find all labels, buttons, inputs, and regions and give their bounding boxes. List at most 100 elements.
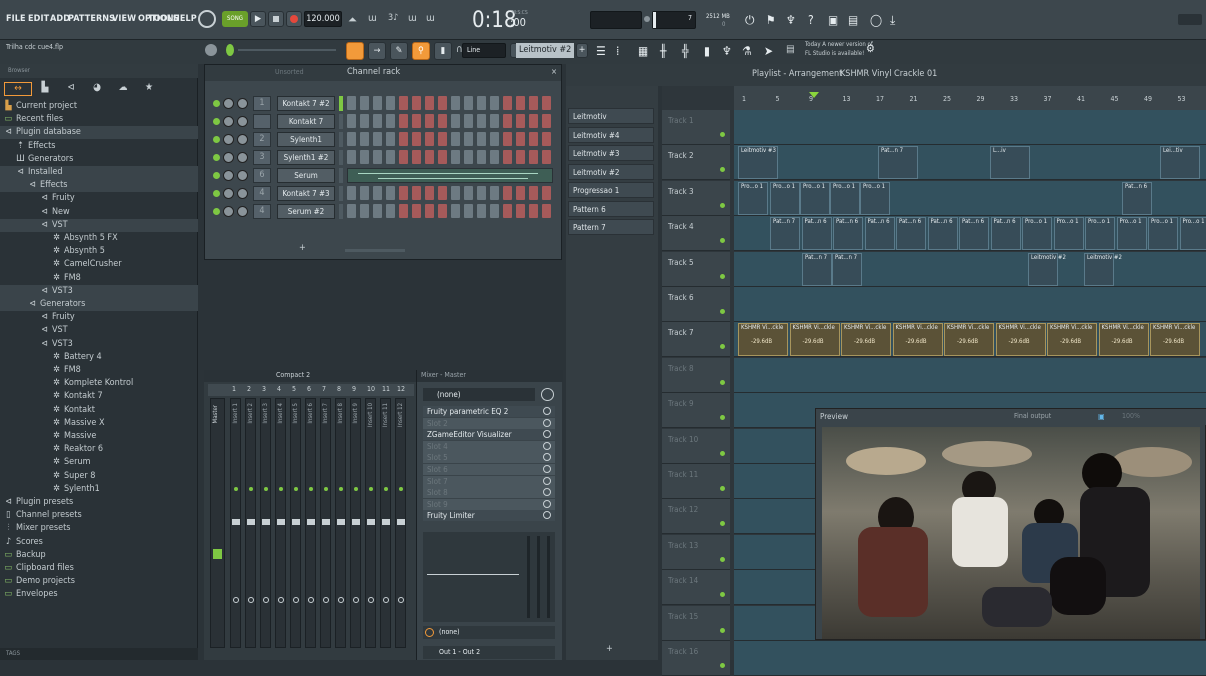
insert-fader[interactable]	[352, 519, 360, 525]
save-icon[interactable]: ▣	[828, 13, 838, 27]
track-mute-led[interactable]	[720, 203, 725, 208]
ruler-bar-number[interactable]: 1	[742, 95, 746, 103]
ruler-bar-number[interactable]: 25	[943, 95, 951, 103]
browser-icon[interactable]: ╬	[682, 44, 689, 58]
step-button[interactable]	[490, 114, 499, 128]
insert-strip[interactable]: Insert 10	[365, 398, 376, 648]
step-button[interactable]	[399, 114, 408, 128]
menu-file[interactable]: FILE	[6, 14, 26, 24]
step-button[interactable]	[529, 132, 538, 146]
channel-mute-led[interactable]	[213, 190, 220, 197]
loop-record-icon[interactable]: ɯ	[426, 13, 435, 24]
effect-mix-knob[interactable]	[543, 477, 551, 485]
master-pitch-slider[interactable]	[238, 49, 336, 51]
step-button[interactable]	[477, 186, 486, 200]
track-header[interactable]: Track 5	[662, 252, 730, 287]
step-button[interactable]	[373, 96, 382, 110]
channel-piano-roll-preview[interactable]	[347, 168, 553, 183]
step-button[interactable]	[438, 150, 447, 164]
track-lane[interactable]	[734, 145, 1206, 180]
track-lane[interactable]	[734, 358, 1206, 393]
arrow-tool-button[interactable]: →	[368, 42, 386, 60]
track-mute-led[interactable]	[720, 663, 725, 668]
insert-number[interactable]: 7	[322, 385, 326, 393]
playlist-icon[interactable]: ☰	[596, 44, 606, 58]
audio-clip[interactable]: KSHMR Vi...ckle-29.6dB	[1150, 323, 1200, 356]
insert-number[interactable]: 2	[247, 385, 251, 393]
step-button[interactable]	[373, 114, 382, 128]
browser-item[interactable]: ✲Komplete Kontrol	[0, 377, 198, 390]
step-button[interactable]	[542, 204, 551, 218]
track-header[interactable]: Track 6	[662, 287, 730, 322]
track-mute-led[interactable]	[720, 557, 725, 562]
pattern-clip[interactable]: Leitmotiv #2	[1084, 253, 1114, 286]
insert-number[interactable]: 4	[277, 385, 281, 393]
step-button[interactable]	[360, 204, 369, 218]
channel-mixer-track[interactable]: 2	[253, 132, 271, 147]
track-header[interactable]: Track 8	[662, 358, 730, 393]
browser-item[interactable]: ▭Clipboard files	[0, 562, 198, 575]
channel-mixer-track[interactable]: 3	[253, 150, 271, 165]
insert-number[interactable]: 8	[337, 385, 341, 393]
add-pattern-button[interactable]: +	[576, 43, 588, 58]
step-button[interactable]	[516, 114, 525, 128]
browser-item[interactable]: ШGenerators	[0, 153, 198, 166]
pattern-clip[interactable]: Pat...n 6	[1122, 182, 1152, 215]
browser-item[interactable]: ✲Serum	[0, 456, 198, 469]
step-button[interactable]	[399, 132, 408, 146]
browser-item[interactable]: ✲Battery 4	[0, 351, 198, 364]
audio-clip[interactable]: KSHMR Vi...ckle-29.6dB	[1047, 323, 1097, 356]
insert-route-knob[interactable]	[263, 597, 269, 603]
step-button[interactable]	[373, 204, 382, 218]
insert-route-knob[interactable]	[353, 597, 359, 603]
pattern-clip[interactable]: Pat...n 7	[878, 146, 918, 179]
channel-filter[interactable]: Unsorted	[275, 68, 304, 76]
snap-selector[interactable]: Line	[462, 43, 506, 58]
step-button[interactable]	[412, 96, 421, 110]
insert-enable-led[interactable]	[234, 487, 238, 491]
step-button[interactable]	[542, 186, 551, 200]
insert-number[interactable]: 5	[292, 385, 296, 393]
insert-route-knob[interactable]	[338, 597, 344, 603]
insert-fader[interactable]	[292, 519, 300, 525]
insert-route-knob[interactable]	[383, 597, 389, 603]
channel-row[interactable]: 6Serum	[213, 167, 553, 184]
channel-name-button[interactable]: Sylenth1	[277, 132, 335, 147]
browser-item[interactable]: ⊲Installed	[0, 166, 198, 179]
insert-strip[interactable]: Insert 9	[350, 398, 361, 648]
insert-number[interactable]: 11	[382, 385, 390, 393]
step-button[interactable]	[412, 114, 421, 128]
effect-mix-knob[interactable]	[543, 500, 551, 508]
ruler-bar-number[interactable]: 17	[876, 95, 884, 103]
channel-name-button[interactable]: Serum	[277, 168, 335, 183]
step-button[interactable]	[516, 150, 525, 164]
step-button[interactable]	[503, 186, 512, 200]
step-button[interactable]	[503, 96, 512, 110]
channel-volume-knob[interactable]	[237, 152, 248, 163]
countdown-icon[interactable]: 3♪	[388, 13, 398, 23]
pattern-clip[interactable]: Pro...o 1	[770, 182, 800, 215]
step-button[interactable]	[464, 132, 473, 146]
pattern-clip[interactable]: Pro...o 1	[1054, 217, 1084, 250]
channel-volume-knob[interactable]	[237, 206, 248, 217]
channel-mute-led[interactable]	[213, 154, 220, 161]
browser-item[interactable]: ✲Kontakt 7	[0, 390, 198, 403]
browser-item[interactable]: ✲Super 8	[0, 470, 198, 483]
step-button[interactable]	[490, 96, 499, 110]
paint-tool-button[interactable]: ⚲	[412, 42, 430, 60]
browser-item[interactable]: ⊲Fruity	[0, 311, 198, 324]
update-notice[interactable]: Today A newer version of	[805, 41, 873, 48]
input-selector[interactable]: (none)	[423, 626, 555, 639]
track-header[interactable]: Track 10	[662, 429, 730, 464]
browser-tab-favorites-icon[interactable]: ★	[136, 82, 162, 96]
master-strip[interactable]: Master	[210, 398, 225, 648]
step-button[interactable]	[529, 186, 538, 200]
step-button[interactable]	[373, 132, 382, 146]
channel-name-button[interactable]: Sylenth1 #2	[277, 150, 335, 165]
track-mute-led[interactable]	[720, 167, 725, 172]
browser-item[interactable]: ▭Demo projects	[0, 575, 198, 588]
snap-tool-button[interactable]	[346, 42, 364, 60]
step-button[interactable]	[347, 96, 356, 110]
effect-mix-knob[interactable]	[543, 511, 551, 519]
pattern-clip[interactable]: Pat...n 6	[896, 217, 926, 250]
